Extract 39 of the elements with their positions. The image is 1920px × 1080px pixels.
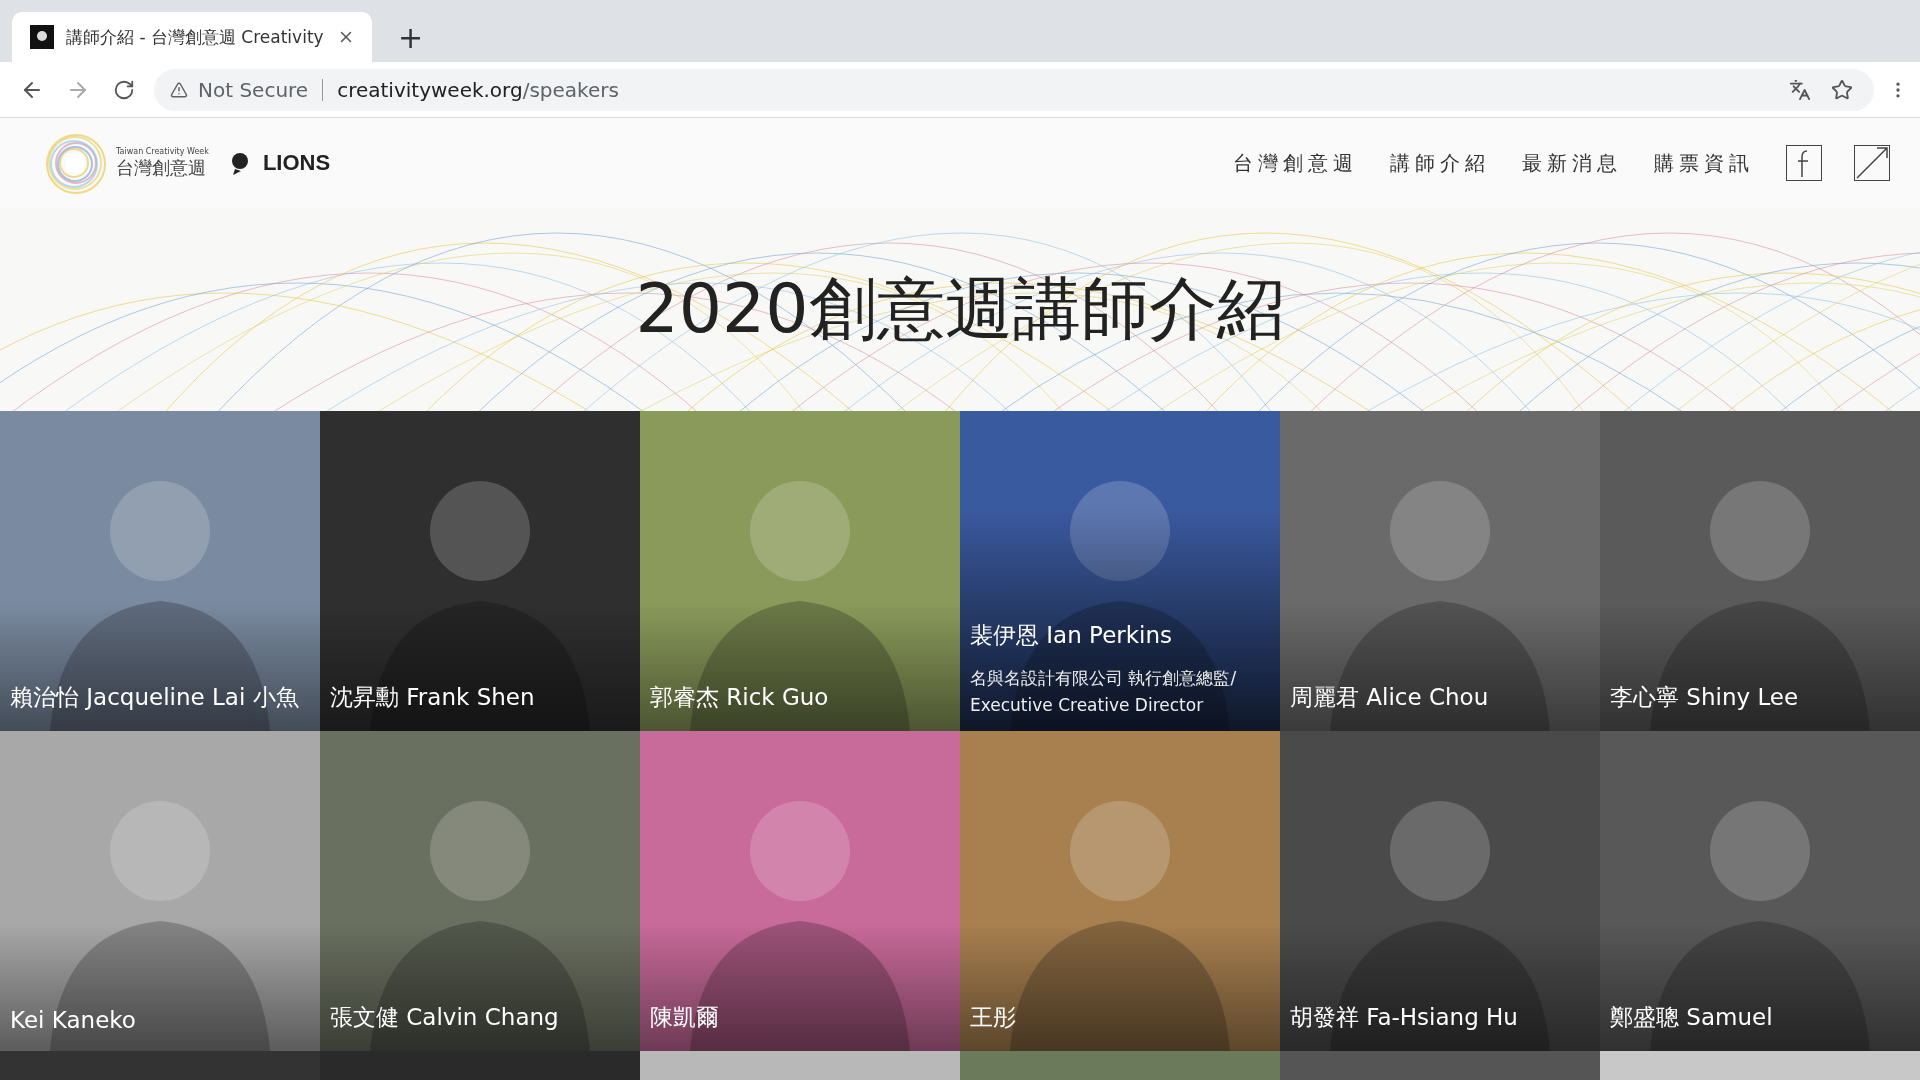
speaker-name: Kei Kaneko [10, 1007, 137, 1033]
speaker-name: 裴伊恩 Ian Perkins [970, 620, 1173, 650]
logo-subtitle: Taiwan Creativity Week [116, 146, 209, 156]
speaker-card[interactable]: 鄭盛聰 Samuel [1600, 731, 1920, 1051]
nav-link[interactable]: 講師介紹 [1390, 149, 1490, 177]
browser-tab[interactable]: 講師介紹 - 台灣創意週 Creativity [12, 12, 372, 62]
speaker-card[interactable]: 李心寧 Shiny Lee [1600, 411, 1920, 731]
speaker-name: 李心寧 Shiny Lee [1610, 683, 1800, 712]
nav-link[interactable]: 購票資訊 [1654, 149, 1754, 177]
speaker-name: 沈昇勳 Frank Shen [330, 683, 536, 712]
speaker-name: 張文健 Calvin Chang [330, 1003, 560, 1032]
speaker-card[interactable]: 裴伊恩 Ian Perkins 名與名設計有限公司 執行創意總監/ Executive Creative Director [960, 411, 1280, 731]
logo-title: 台灣創意週 [116, 156, 207, 180]
speaker-name: 周麗君 Alice Chou [1290, 683, 1490, 712]
security-label: Not Secure [198, 77, 309, 102]
tab-title: 講師介紹 - 台灣創意週 Creativity [66, 25, 324, 49]
speaker-card[interactable]: 周麗君 Alice Chou [1280, 411, 1600, 731]
nav-link[interactable]: 台灣創意週 [1233, 149, 1358, 177]
speaker-card[interactable]: 王彤 [960, 731, 1280, 1051]
speaker-role: 名與名設計有限公司 執行創意總監/ Executive Creative Director [970, 666, 1238, 717]
speaker-name: 胡發祥 Fa-Hsiang Hu [1290, 1003, 1519, 1032]
partner-logo-text: LIONS [262, 150, 331, 176]
new-tab-button[interactable]: + [390, 12, 432, 62]
speaker-card[interactable]: 沈昇勳 Frank Shen [320, 411, 640, 731]
speaker-name: 賴治怡 Jacqueline Lai 小魚 [10, 683, 300, 712]
speaker-card[interactable]: 賴治怡 Jacqueline Lai 小魚 [0, 411, 320, 731]
speaker-name: 王彤 [970, 1003, 1017, 1032]
speaker-card[interactable]: 胡發祥 Fa-Hsiang Hu [1280, 731, 1600, 1051]
speaker-card[interactable]: Kei Kaneko [0, 731, 320, 1051]
url-text: creativityweek.org/speakers [337, 77, 620, 102]
speaker-name: 陳凱爾 [650, 1003, 720, 1032]
speaker-card[interactable]: 陳凱爾 [640, 731, 960, 1051]
nav-link[interactable]: 最新消息 [1522, 149, 1622, 177]
page-title: 2020創意週講師介紹 [635, 268, 1285, 350]
speaker-name: 鄭盛聰 Samuel [1610, 1003, 1774, 1032]
address-bar[interactable]: Not Secure creativityweek.org/speakers [154, 68, 1874, 111]
speaker-name: 郭睿杰 Rick Guo [650, 683, 830, 712]
speaker-card[interactable]: 郭睿杰 Rick Guo [640, 411, 960, 731]
speaker-card[interactable]: 張文健 Calvin Chang [320, 731, 640, 1051]
